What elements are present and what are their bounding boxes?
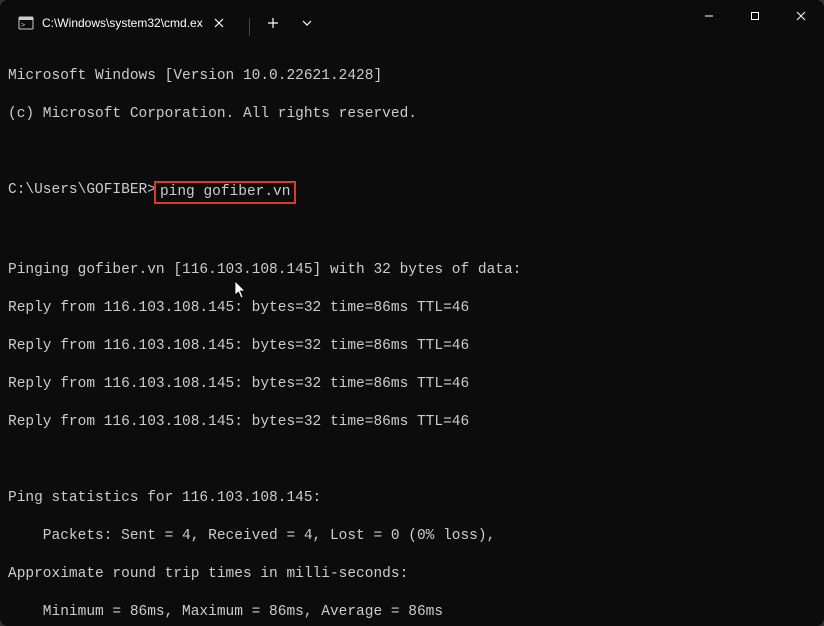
tab-cmd[interactable]: >_ C:\Windows\system32\cmd.ex [6, 4, 235, 42]
output-line: Reply from 116.103.108.145: bytes=32 tim… [8, 413, 816, 432]
prompt-line: C:\Users\GOFIBER>ping gofiber.vn [8, 181, 816, 204]
blank-line [8, 451, 816, 470]
window-controls [686, 0, 824, 40]
output-line: Reply from 116.103.108.145: bytes=32 tim… [8, 299, 816, 318]
blank-line [8, 143, 816, 162]
output-line: Pinging gofiber.vn [116.103.108.145] wit… [8, 261, 816, 280]
output-line: Reply from 116.103.108.145: bytes=32 tim… [8, 337, 816, 356]
tab-actions [235, 0, 322, 40]
titlebar[interactable]: >_ C:\Windows\system32\cmd.ex [0, 0, 824, 40]
output-line: Reply from 116.103.108.145: bytes=32 tim… [8, 375, 816, 394]
output-line: Packets: Sent = 4, Received = 4, Lost = … [8, 527, 816, 546]
minimize-button[interactable] [686, 0, 732, 32]
output-line: Ping statistics for 116.103.108.145: [8, 489, 816, 508]
svg-text:>_: >_ [21, 21, 30, 29]
close-button[interactable] [778, 0, 824, 32]
blank-line [8, 223, 816, 242]
output-line: Minimum = 86ms, Maximum = 86ms, Average … [8, 603, 816, 622]
tab-title: C:\Windows\system32\cmd.ex [42, 16, 203, 30]
terminal-window: >_ C:\Windows\system32\cmd.ex [0, 0, 824, 626]
maximize-button[interactable] [732, 0, 778, 32]
banner-line: (c) Microsoft Corporation. All rights re… [8, 105, 816, 124]
prompt-path: C:\Users\GOFIBER> [8, 181, 156, 204]
mouse-cursor-icon [234, 280, 248, 300]
command-text: ping gofiber.vn [160, 184, 291, 200]
tab-dropdown-button[interactable] [292, 8, 322, 38]
tab-close-button[interactable] [211, 15, 227, 31]
command-highlight: ping gofiber.vn [154, 181, 297, 204]
new-tab-button[interactable] [258, 8, 288, 38]
terminal-output[interactable]: Microsoft Windows [Version 10.0.22621.24… [0, 40, 824, 626]
banner-line: Microsoft Windows [Version 10.0.22621.24… [8, 67, 816, 86]
cmd-icon: >_ [18, 15, 34, 31]
output-line: Approximate round trip times in milli-se… [8, 565, 816, 584]
tab-divider [249, 18, 250, 36]
